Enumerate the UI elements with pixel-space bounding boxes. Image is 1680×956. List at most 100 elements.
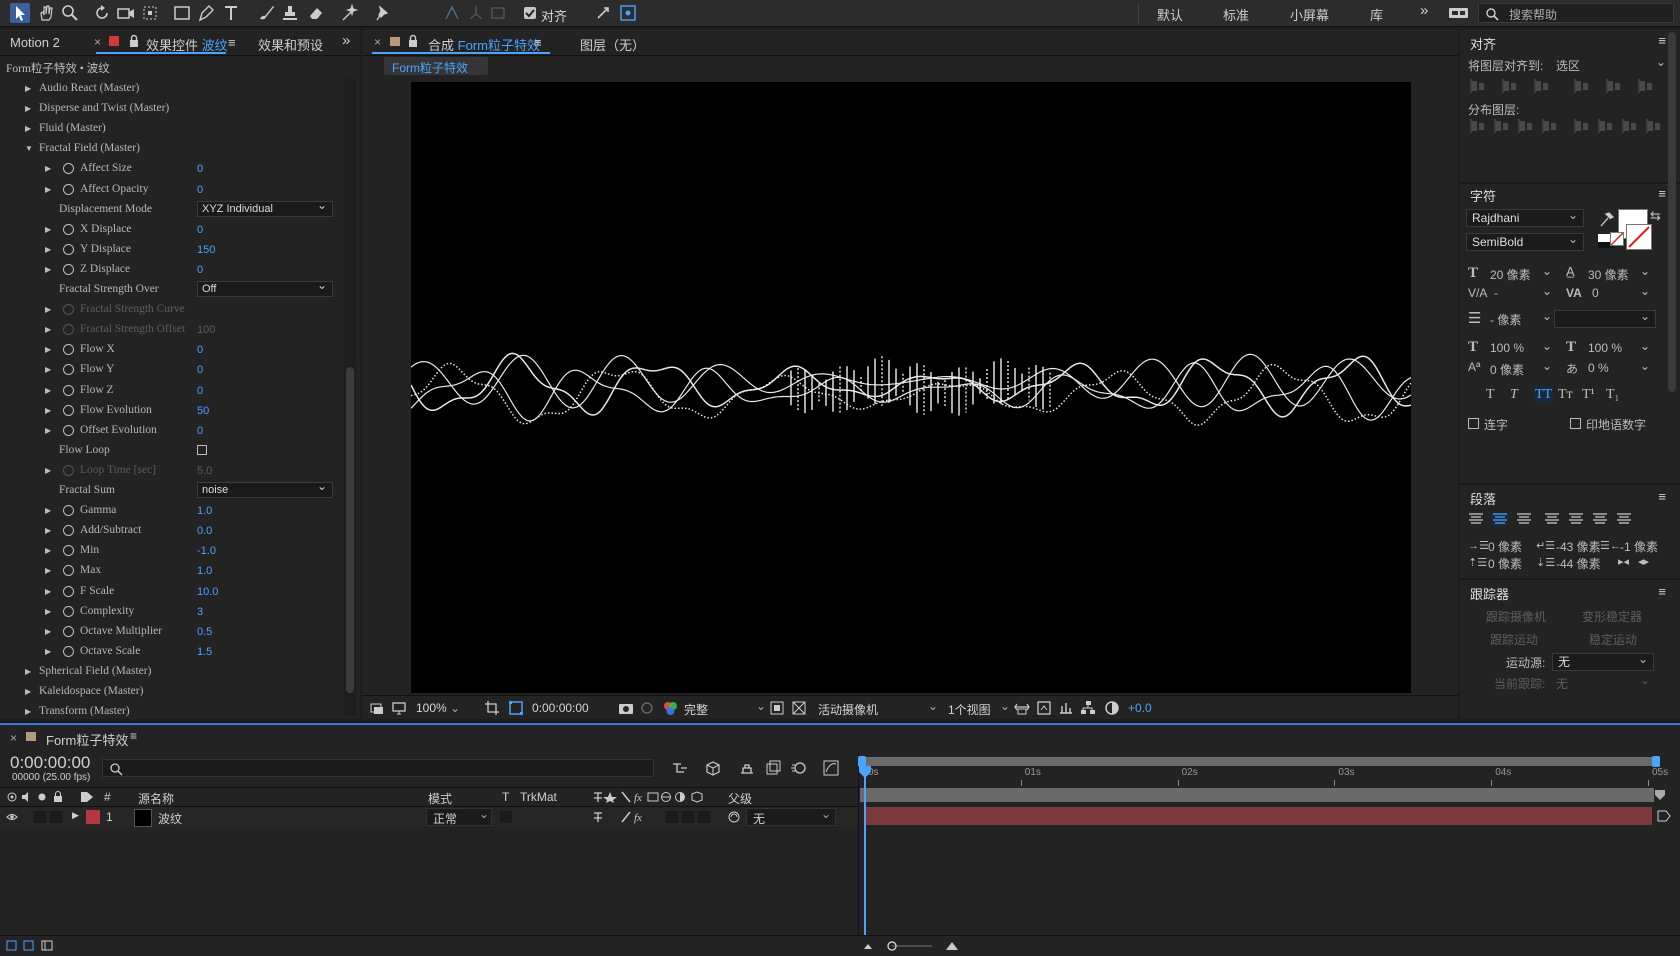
leading-value[interactable]: 30 像素 [1588,266,1629,283]
layer-visibility-icon[interactable] [6,812,18,822]
mask-visibility-icon[interactable] [508,700,524,716]
expand-triangle-icon[interactable]: ▶ [45,164,51,173]
small-caps-icon[interactable]: Tт [1558,387,1573,403]
property-dropdown[interactable]: XYZ Individual [197,198,333,217]
effect-property-row[interactable]: ▶ Max 1.0 [0,561,345,581]
pan-behind-tool-icon[interactable] [140,3,160,23]
stopwatch-icon[interactable] [63,545,74,557]
effect-property-row[interactable]: ▶ Flow X 0 [0,340,345,360]
effect-property-row[interactable]: ▶ Offset Evolution 0 [0,421,345,441]
layer-parent-dropdown[interactable]: 无 ⌄ [746,807,836,826]
text-direction-rtl-icon[interactable]: ◂▸ [1638,555,1649,568]
tab-project[interactable]: Motion 2 [10,35,60,50]
timeline-footer-icons[interactable] [6,939,60,953]
comp-mini-flowchart-icon[interactable] [672,760,690,776]
tracking-value[interactable]: 0 [1592,286,1599,300]
lock-icon[interactable] [128,34,140,48]
motion-source-dropdown[interactable]: 无 [1552,651,1654,671]
timeline-comp-name[interactable]: Form粒子特效 [46,730,128,749]
effect-property-row[interactable]: ▶ X Displace 0 [0,220,345,240]
expand-triangle-icon[interactable]: ▶ [25,104,31,113]
timeline-search-input[interactable] [102,759,654,777]
distribute-layer-icon[interactable] [1494,118,1510,134]
close-comp-tab-icon[interactable]: × [374,35,381,49]
paragraph-align-icon[interactable] [1616,512,1632,526]
stabilize-motion-button[interactable]: 稳定运动 [1589,631,1637,648]
effect-property-row[interactable]: ▶ Affect Opacity 0 [0,180,345,200]
align-layer-icon[interactable] [1502,78,1518,94]
camera-tool-icon[interactable] [116,3,136,23]
effect-property-row[interactable]: ▶ Octave Scale 1.5 [0,642,345,662]
indent-right-value[interactable]: -1 像素 [1620,538,1658,555]
stopwatch-icon[interactable] [63,565,74,577]
stopwatch-icon[interactable] [63,183,74,195]
toggle-pixel-aspect-icon[interactable] [1014,701,1030,715]
property-value[interactable]: 0.5 [197,626,212,638]
faux-italic-icon[interactable]: T [1510,387,1518,403]
property-value[interactable]: 0 [197,264,203,276]
property-value[interactable]: 0.0 [197,525,212,537]
font-size-value[interactable]: 20 像素 [1490,266,1531,283]
expand-triangle-icon[interactable]: ▶ [45,546,51,555]
expand-triangle-icon[interactable]: ▶ [45,506,51,515]
layer-mode-dropdown[interactable]: 正常 ⌄ [426,807,492,826]
property-value[interactable]: 0 [197,224,203,236]
collapse-triangle-icon[interactable]: ▼ [25,144,33,153]
snap-target-icon[interactable] [618,3,638,23]
stopwatch-icon[interactable] [63,163,74,175]
expand-triangle-icon[interactable]: ▶ [25,667,31,676]
stopwatch-icon[interactable] [63,585,74,597]
effect-property-row[interactable]: ▶ Fractal Strength Offset 100 [0,320,345,340]
transparency-grid-icon[interactable] [770,701,784,715]
font-style-dropdown[interactable]: SemiBold [1466,231,1584,251]
eyedropper-icon[interactable] [1598,210,1614,228]
axis-world-icon[interactable] [466,3,486,23]
space-after-value[interactable]: -44 像素 [1556,555,1601,572]
stopwatch-icon[interactable] [63,605,74,617]
expand-triangle-icon[interactable]: ▶ [45,627,51,636]
navigator-end-handle[interactable] [1652,756,1660,767]
clone-stamp-tool-icon[interactable] [280,3,300,23]
expand-triangle-icon[interactable]: ▶ [45,426,51,435]
rectangle-tool-icon[interactable] [172,3,192,23]
stopwatch-icon[interactable] [63,645,74,657]
close-timeline-tab-icon[interactable]: × [10,731,17,745]
effect-property-row[interactable]: ▶ Transform (Master) [0,702,345,722]
property-value[interactable]: 10.0 [197,586,218,598]
axis-local-icon[interactable] [442,3,462,23]
stroke-color-swatch[interactable] [1626,224,1652,250]
draft-3d-icon[interactable] [704,759,722,777]
distribute-layer-icon[interactable] [1542,118,1558,134]
stopwatch-icon[interactable] [63,243,74,255]
property-dropdown[interactable]: noise [197,479,333,498]
layer-expand-icon[interactable]: ▶ [72,810,79,821]
property-value[interactable]: 0 [197,184,203,196]
layer-switch-box[interactable] [682,811,694,823]
time-graph[interactable]: 0s 01s 02s 03s 04s 05s [858,753,1680,955]
property-value[interactable]: 150 [197,244,215,256]
paragraph-align-icon[interactable] [1492,512,1508,526]
align-layer-icon[interactable] [1638,78,1654,94]
close-tab-icon[interactable]: × [94,35,101,49]
snapshot-camera-icon[interactable] [618,701,634,715]
comp-viewer[interactable] [411,82,1411,693]
roto-brush-tool-icon[interactable] [340,3,360,23]
flowchart-icon[interactable] [1080,700,1096,716]
distribute-layer-icon[interactable] [1574,118,1590,134]
show-snapshot-icon[interactable] [640,701,654,715]
ligature-checkbox[interactable] [1468,418,1479,429]
eraser-tool-icon[interactable] [306,3,326,23]
effect-property-row[interactable]: Fractal Strength Over Off [0,278,345,300]
text-tool-icon[interactable] [222,3,242,23]
stopwatch-icon[interactable] [63,625,74,637]
layer-switch-box[interactable] [698,811,710,823]
property-value[interactable]: 50 [197,405,209,417]
expand-triangle-icon[interactable]: ▶ [45,647,51,656]
horizontal-scale-value[interactable]: 100 % [1588,341,1622,355]
frame-blending-icon[interactable] [764,759,782,777]
stopwatch-icon[interactable] [63,344,74,356]
expand-triangle-icon[interactable]: ▶ [45,386,51,395]
track-motion-button[interactable]: 跟踪运动 [1490,631,1538,648]
comp-subtab[interactable]: Form粒子特效 [384,57,488,75]
timeline-menu-icon[interactable]: ≡ [130,729,137,743]
